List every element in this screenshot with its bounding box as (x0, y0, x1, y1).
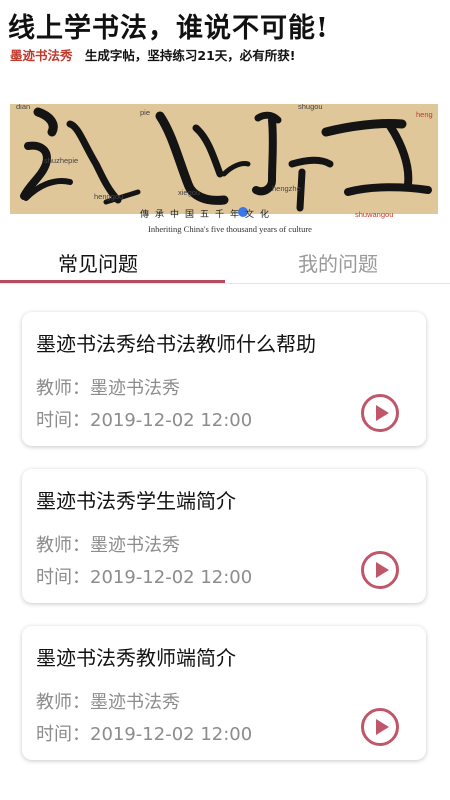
pinyin-label: heng (416, 110, 433, 119)
slogan-text: 生成字帖，坚持练习21天，必有所获! (84, 48, 296, 63)
tab-my-questions[interactable]: 我的问题 (248, 248, 428, 277)
brand-name: 墨迹书法秀 (10, 48, 73, 63)
play-circle-icon[interactable] (361, 551, 399, 589)
page-headline: 线上学书法，谁说不可能! (8, 13, 329, 44)
pinyin-label: hengzhe (272, 184, 301, 193)
pinyin-label: dian (16, 104, 31, 111)
card-teacher: 教师：墨迹书法秀 (36, 692, 180, 713)
pinyin-label: pie (140, 108, 151, 117)
card-time: 时间：2019-12-02 12:00 (36, 567, 253, 588)
play-circle-icon[interactable] (361, 394, 399, 432)
pinyin-label: shuwangou (355, 210, 394, 219)
banner-caption-cn: 傳承中国五千年文化 (140, 210, 276, 220)
pinyin-label: xiegou (178, 188, 201, 197)
card-time: 时间：2019-12-02 12:00 (36, 724, 253, 745)
card-title: 墨迹书法秀教师端简介 (36, 646, 236, 670)
question-card[interactable]: 墨迹书法秀学生端简介 教师：墨迹书法秀 时间：2019-12-02 12:00 (22, 469, 426, 603)
card-title: 墨迹书法秀学生端简介 (36, 489, 236, 513)
calligraphy-banner[interactable]: dian pie na shugou heng shuzhepie henggo… (10, 104, 438, 214)
card-title: 墨迹书法秀给书法教师什么帮助 (36, 332, 316, 356)
card-time: 时间：2019-12-02 12:00 (36, 410, 253, 431)
pinyin-label: henggou (94, 192, 124, 201)
play-circle-icon[interactable] (361, 708, 399, 746)
header-subline: 墨迹书法秀 生成字帖，坚持练习21天，必有所获! (10, 45, 295, 64)
tab-common-questions[interactable]: 常见问题 (8, 248, 188, 277)
card-teacher: 教师：墨迹书法秀 (36, 535, 180, 556)
card-teacher: 教师：墨迹书法秀 (36, 378, 180, 399)
question-card[interactable]: 墨迹书法秀教师端简介 教师：墨迹书法秀 时间：2019-12-02 12:00 (22, 626, 426, 760)
active-tab-indicator (0, 280, 225, 283)
banner-caption-en: Inheriting China's five thousand years o… (148, 224, 312, 234)
pinyin-label: shugou (298, 104, 323, 111)
pinyin-label: shuzhepie (44, 156, 79, 165)
tab-bar: 常见问题 我的问题 (0, 244, 450, 284)
question-card[interactable]: 墨迹书法秀给书法教师什么帮助 教师：墨迹书法秀 时间：2019-12-02 12… (22, 312, 426, 446)
